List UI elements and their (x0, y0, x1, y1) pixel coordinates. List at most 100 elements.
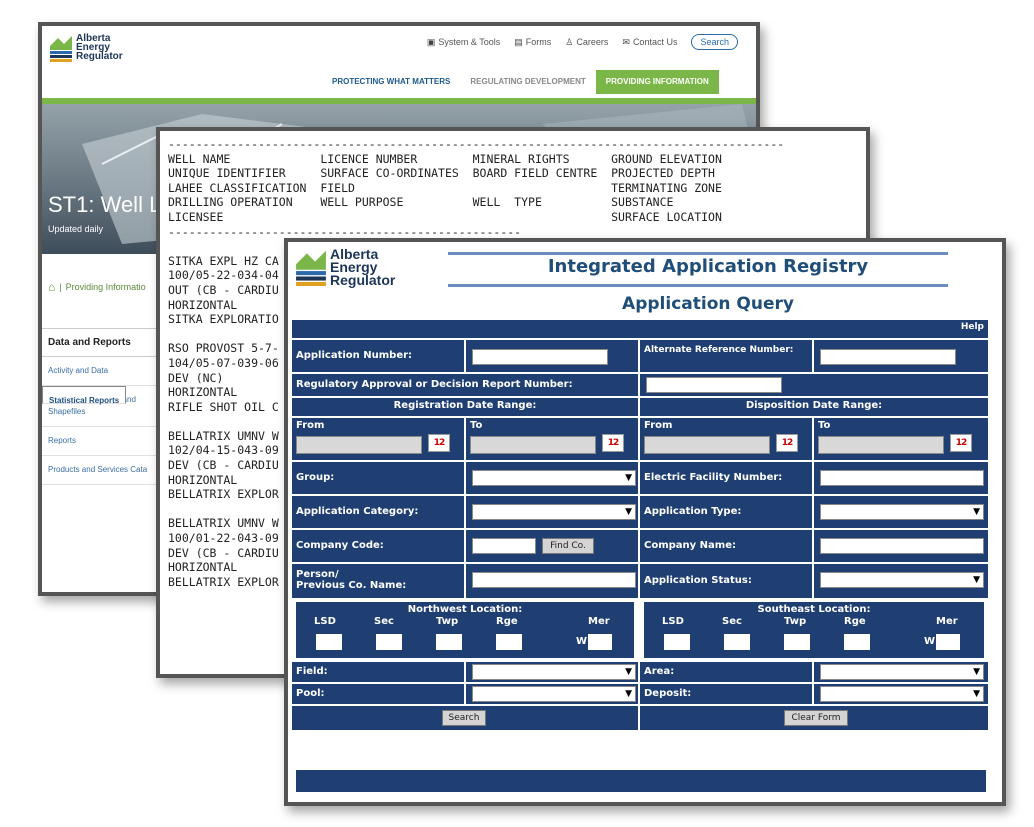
application-status-select[interactable]: ▼ (820, 572, 984, 588)
registration-date-range-label: Registration Date Range: (292, 398, 638, 416)
electric-facility-input[interactable] (820, 470, 984, 486)
registration-to-label: To (470, 420, 483, 431)
title-rule-bottom (448, 284, 948, 287)
calendar-icon[interactable]: 12 (950, 434, 972, 452)
disposition-to-input[interactable] (818, 436, 944, 454)
footer-bar (296, 770, 986, 792)
aer-logo: Alberta Energy Regulator (296, 247, 406, 292)
logo-line-3: Regulator (76, 51, 123, 62)
briefcase-icon: ▣ (426, 36, 436, 47)
logo-line-3: Regulator (330, 272, 396, 288)
document-icon: ▤ (514, 36, 523, 47)
se-lsd-input[interactable] (664, 634, 690, 650)
nw-sec-input[interactable] (376, 634, 402, 650)
se-sec-input[interactable] (724, 634, 750, 650)
registration-from-input[interactable] (296, 436, 422, 454)
find-company-button[interactable]: Find Co. (542, 538, 594, 554)
regulatory-approval-input[interactable] (646, 377, 782, 393)
company-name-input[interactable] (820, 538, 984, 554)
person-previous-input[interactable] (472, 572, 636, 588)
deposit-select[interactable]: ▼ (820, 686, 984, 702)
group-select[interactable]: ▼ (472, 470, 636, 486)
company-name-label: Company Name: (640, 530, 812, 562)
application-status-label: Application Status: (640, 564, 812, 598)
se-twp-label: Twp (784, 616, 807, 627)
field-select[interactable]: ▼ (472, 664, 636, 680)
application-number-label: Application Number: (292, 340, 464, 372)
help-link[interactable]: Help (961, 322, 984, 332)
top-link-system-tools[interactable]: ▣ System & Tools (427, 37, 500, 48)
disposition-from-label: From (644, 420, 673, 431)
southeast-location-label: Southeast Location: (757, 604, 871, 615)
nw-twp-input[interactable] (436, 634, 462, 650)
top-link-label: Contact Us (632, 37, 678, 47)
pool-label: Pool: (292, 684, 464, 704)
person-previous-label: Person/ Previous Co. Name: (292, 564, 464, 598)
clear-form-button[interactable]: Clear Form (784, 710, 848, 726)
se-sec-label: Sec (722, 616, 742, 627)
nw-mer-label: Mer (588, 616, 610, 627)
breadcrumb-providing-information[interactable]: Providing Informatio (66, 282, 146, 292)
nav-protecting-what-matters[interactable]: PROTECTING WHAT MATTERS (322, 70, 460, 94)
search-button[interactable]: Search (442, 710, 486, 726)
se-rge-input[interactable] (844, 634, 870, 650)
alternate-reference-input[interactable] (820, 349, 956, 365)
aer-logo-text: Alberta Energy Regulator (76, 34, 123, 62)
se-mer-prefix: W (924, 636, 936, 647)
application-registry-window: Alberta Energy Regulator Integrated Appl… (284, 238, 1006, 806)
application-number-input[interactable] (472, 349, 608, 365)
registry-title: Integrated Application Registry (547, 256, 869, 277)
electric-facility-label: Electric Facility Number: (640, 462, 812, 494)
aer-logo[interactable]: Alberta Energy Regulator (50, 34, 130, 74)
application-type-select[interactable]: ▼ (820, 504, 984, 520)
application-category-select[interactable]: ▼ (472, 504, 636, 520)
calendar-icon[interactable]: 12 (602, 434, 624, 452)
person-label-line-2: Previous Co. Name: (296, 580, 407, 591)
company-code-input[interactable] (472, 538, 536, 554)
sidebar-item-statistical-reports[interactable]: Statistical Reports (42, 386, 127, 405)
top-link-label: Careers (576, 37, 609, 47)
nw-lsd-label: LSD (314, 616, 336, 627)
sidebar-item-reports[interactable]: Reports (42, 427, 160, 456)
nw-sec-label: Sec (374, 616, 394, 627)
sidebar-nav: Data and Reports Activity and Data Stati… (42, 328, 160, 485)
top-links: ▣ System & Tools ▤ Forms ♙ Careers ✉ Contact… (427, 34, 738, 50)
aer-logo-mark-icon (296, 250, 326, 286)
nav-regulating-development[interactable]: REGULATING DEVELOPMENT (460, 70, 595, 94)
disposition-to-label: To (818, 420, 831, 431)
aer-logo-mark-icon (50, 36, 72, 62)
nav-providing-information[interactable]: PROVIDING INFORMATION (595, 70, 719, 94)
registration-to-input[interactable] (470, 436, 596, 454)
pool-select[interactable]: ▼ (472, 686, 636, 702)
top-link-contact-us[interactable]: ✉ Contact Us (622, 37, 677, 48)
nw-mer-prefix: W (576, 636, 588, 647)
query-title: Application Query (622, 294, 794, 314)
se-mer-input[interactable] (936, 634, 960, 650)
sidebar-item-products-services[interactable]: Products and Services Cata (42, 456, 160, 485)
nw-mer-input[interactable] (588, 634, 612, 650)
application-category-label: Application Category: (292, 496, 464, 528)
calendar-icon[interactable]: 12 (428, 434, 450, 452)
calendar-icon[interactable]: 12 (776, 434, 798, 452)
sidebar-heading[interactable]: Data and Reports (42, 328, 160, 357)
search-button[interactable]: Search (691, 34, 738, 50)
nw-rge-input[interactable] (496, 634, 522, 650)
nw-lsd-input[interactable] (316, 634, 342, 650)
home-icon[interactable]: ⌂ (48, 280, 55, 294)
hero-title: ST1: Well L (48, 192, 162, 217)
disposition-date-range-label: Disposition Date Range: (640, 398, 988, 416)
sidebar-item-activity-data[interactable]: Activity and Data (42, 357, 160, 386)
area-select[interactable]: ▼ (820, 664, 984, 680)
breadcrumb-separator: | (59, 282, 62, 292)
nw-rge-label: Rge (496, 616, 518, 627)
person-icon: ♙ (565, 36, 574, 47)
top-link-careers[interactable]: ♙ Careers (565, 37, 608, 48)
top-link-forms[interactable]: ▤ Forms (514, 37, 551, 48)
disposition-from-input[interactable] (644, 436, 770, 454)
se-twp-input[interactable] (784, 634, 810, 650)
northwest-location-label: Northwest Location: (407, 604, 523, 615)
application-type-label: Application Type: (640, 496, 812, 528)
alternate-reference-label: Alternate Reference Number: (640, 340, 812, 372)
top-link-label: System & Tools (438, 37, 501, 47)
registration-from-label: From (296, 420, 325, 431)
